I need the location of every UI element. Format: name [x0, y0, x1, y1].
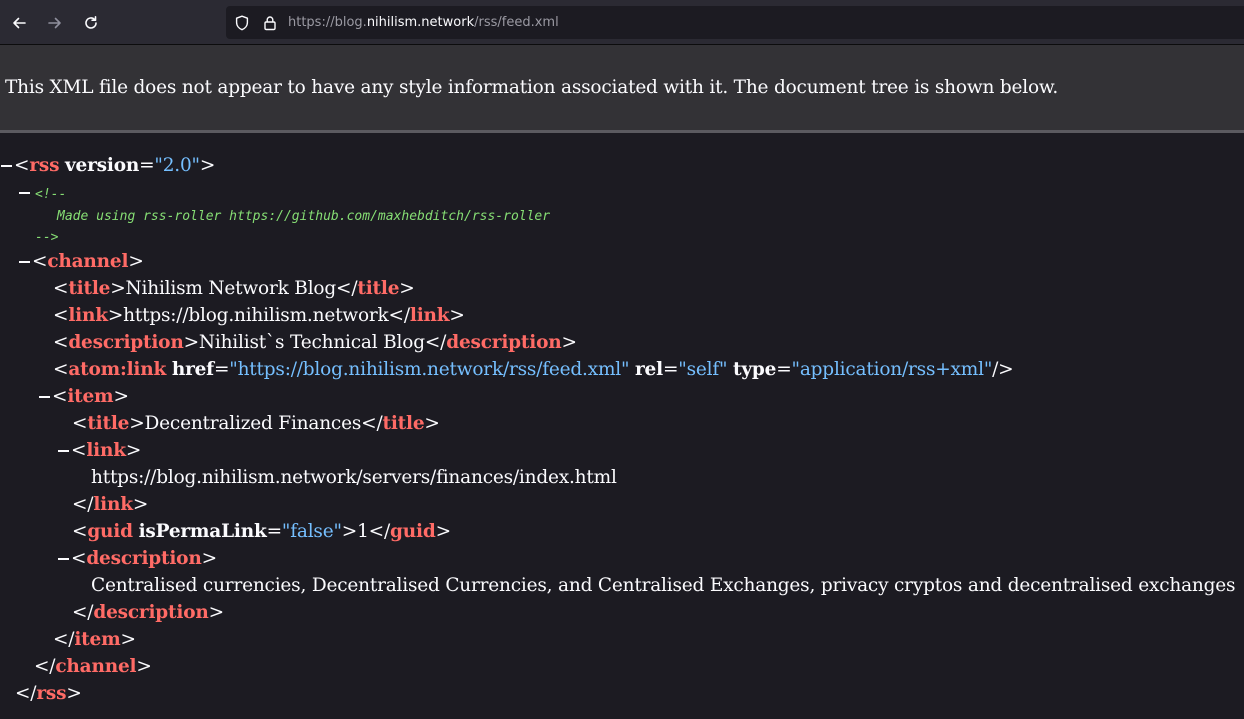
- item-description-text: Centralised currencies, Decentralised Cu…: [91, 575, 1236, 596]
- shield-icon[interactable]: [233, 14, 251, 32]
- collapse-toggle-comment[interactable]: [19, 192, 30, 194]
- link-tag-name: link: [409, 305, 450, 326]
- channel-title-text: Nihilism Network Blog: [125, 278, 337, 299]
- type-value: "application/rss+xml": [791, 359, 993, 380]
- item-open-tag: <item>: [52, 386, 129, 407]
- atom-tag-name: atom:link: [68, 359, 167, 380]
- xml-notice-text: This XML file does not appear to have an…: [5, 77, 1059, 98]
- rel-value: "self": [678, 359, 728, 380]
- channel-open-tag: <channel>: [32, 251, 144, 272]
- item-description-open-tag: <description>: [71, 548, 217, 569]
- rss-version-attr: version: [64, 155, 140, 176]
- link-tag-name: link: [86, 440, 126, 461]
- xml-notice-bar: This XML file does not appear to have an…: [0, 45, 1244, 133]
- back-arrow-icon: [13, 17, 26, 29]
- description-tag-name: description: [93, 602, 209, 623]
- browser-toolbar: https://blog.nihilism.network/rss/feed.x…: [0, 0, 1244, 45]
- guid-value: 1: [357, 521, 369, 542]
- back-button[interactable]: [5, 9, 33, 37]
- url-path: /rss/feed.xml: [474, 15, 559, 30]
- channel-tag-name: channel: [47, 251, 129, 272]
- guid-element: <guid isPermaLink="false">1</guid>: [72, 521, 451, 542]
- lock-icon[interactable]: [261, 14, 279, 32]
- channel-title-element: <title>Nihilism Network Blog</title>: [53, 278, 415, 299]
- url-prefix: https://blog.: [288, 15, 367, 30]
- link-tag-name: link: [68, 305, 108, 326]
- reload-button[interactable]: [77, 9, 105, 37]
- collapse-toggle-link[interactable]: [58, 450, 69, 452]
- atom-link-element: <atom:link href="https://blog.nihilism.n…: [53, 359, 1014, 380]
- item-link-text: https://blog.nihilism.network/servers/fi…: [91, 467, 617, 488]
- forward-arrow-icon: [48, 17, 61, 29]
- channel-description-element: <description>Nihilist`s Technical Blog</…: [53, 332, 577, 353]
- reload-icon: [85, 16, 97, 29]
- rss-version-value: "2.0": [154, 155, 200, 176]
- channel-description-text: Nihilist`s Technical Blog: [198, 332, 425, 353]
- comment-open: <!--: [35, 187, 67, 202]
- channel-link-text: https://blog.nihilism.network: [123, 305, 389, 326]
- collapse-toggle-rss[interactable]: [1, 165, 12, 167]
- channel-tag-name: channel: [55, 656, 137, 677]
- guid-tag-name: guid: [390, 521, 436, 542]
- forward-button[interactable]: [41, 9, 69, 37]
- rss-tag-name: rss: [29, 155, 60, 176]
- rss-open-tag: <rss version="2.0">: [14, 155, 216, 176]
- item-link-open-tag: <link>: [71, 440, 142, 461]
- description-tag-name: description: [68, 332, 184, 353]
- item-close-tag: </item>: [53, 629, 136, 650]
- url-host: nihilism.network: [366, 15, 475, 30]
- href-attr: href: [171, 359, 214, 380]
- item-tag-name: item: [74, 629, 121, 650]
- title-tag-name: title: [382, 413, 425, 434]
- item-link-close-tag: </link>: [72, 494, 149, 515]
- comment-text: Made using rss-roller https://github.com…: [57, 209, 551, 224]
- rel-attr: rel: [635, 359, 663, 380]
- permalink-attr: isPermaLink: [138, 521, 267, 542]
- item-description-close-tag: </description>: [72, 602, 224, 623]
- title-tag-name: title: [68, 278, 111, 299]
- item-tag-name: item: [67, 386, 114, 407]
- type-attr: type: [733, 359, 777, 380]
- rss-tag-name: rss: [36, 683, 67, 704]
- xml-tree: <rss version="2.0"> <!-- Made using rss-…: [0, 133, 1244, 719]
- rss-close-tag: </rss>: [15, 683, 82, 704]
- item-title-element: <title>Decentralized Finances</title>: [72, 413, 440, 434]
- href-value: "https://blog.nihilism.network/rss/feed.…: [229, 359, 630, 380]
- title-tag-name: title: [87, 413, 130, 434]
- url-text[interactable]: https://blog.nihilism.network/rss/feed.x…: [288, 14, 559, 31]
- address-bar[interactable]: https://blog.nihilism.network/rss/feed.x…: [226, 6, 1244, 39]
- link-tag-name: link: [93, 494, 133, 515]
- collapse-toggle-description[interactable]: [58, 558, 69, 560]
- item-title-text: Decentralized Finances: [144, 413, 362, 434]
- collapse-toggle-item[interactable]: [39, 396, 50, 398]
- comment-close: -->: [35, 230, 59, 245]
- collapse-toggle-channel[interactable]: [19, 261, 30, 263]
- permalink-value: "false": [281, 521, 342, 542]
- title-tag-name: title: [357, 278, 400, 299]
- guid-tag-name: guid: [87, 521, 133, 542]
- channel-link-element: <link>https://blog.nihilism.network</lin…: [53, 305, 465, 326]
- description-tag-name: description: [86, 548, 202, 569]
- description-tag-name: description: [446, 332, 562, 353]
- channel-close-tag: </channel>: [34, 656, 152, 677]
